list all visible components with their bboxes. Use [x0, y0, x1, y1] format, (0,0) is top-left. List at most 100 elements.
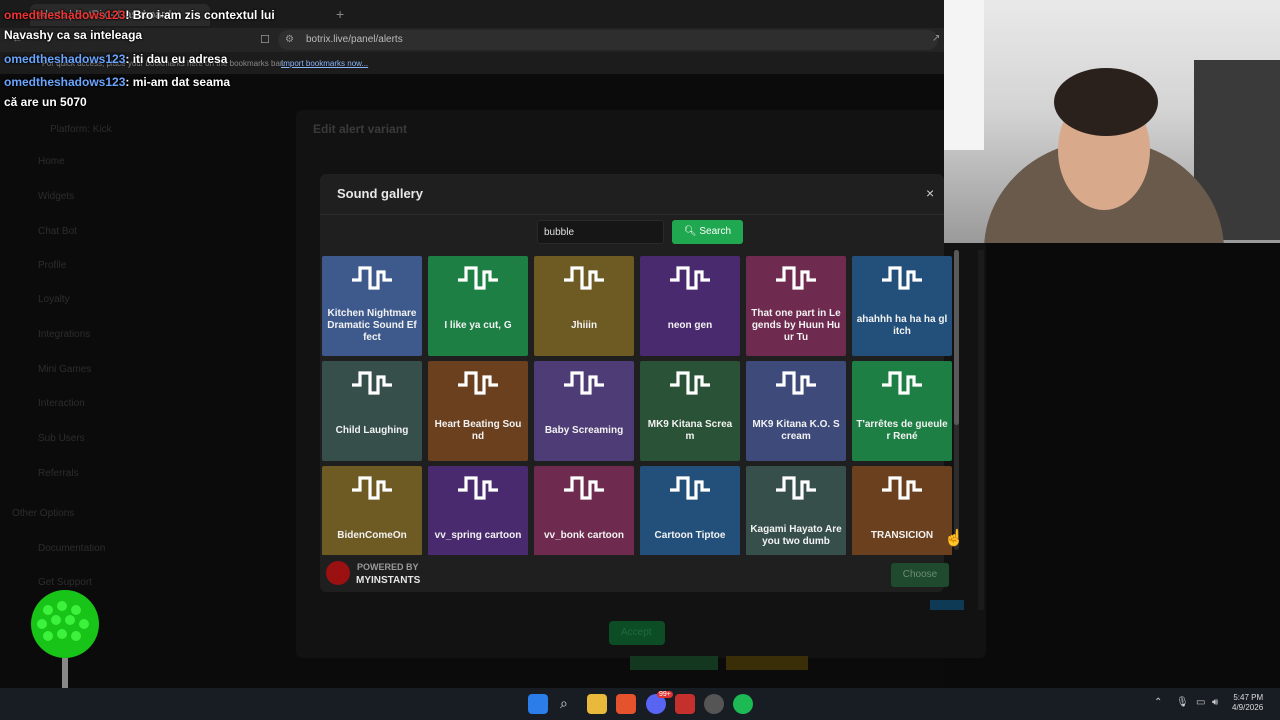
- sound-card-label: ahahhh ha ha ha glitch: [856, 314, 948, 337]
- sound-card[interactable]: MK9 Kitana Scream: [640, 361, 740, 461]
- sound-card[interactable]: TRANSICION: [852, 466, 952, 555]
- sound-card[interactable]: vv_spring cartoon: [428, 466, 528, 555]
- sound-card[interactable]: Cartoon Tiptoe: [640, 466, 740, 555]
- webcam-feed: [944, 0, 1280, 243]
- sound-card[interactable]: vv_bonk cartoon: [534, 466, 634, 555]
- search-button-label: Search: [699, 226, 732, 237]
- brave-browser-icon[interactable]: [616, 694, 636, 714]
- sound-card-label: Cartoon Tiptoe: [654, 530, 726, 541]
- sidebar-item-referrals[interactable]: Referrals: [38, 468, 79, 479]
- choose-button[interactable]: Choose: [891, 563, 949, 587]
- sound-card[interactable]: Jhiiin: [534, 256, 634, 356]
- chat-line-5: că are un 5070: [4, 95, 87, 109]
- sidebar-item-home[interactable]: Home: [38, 156, 65, 167]
- taskbar-clock[interactable]: 5:47 PM 4/9/2026: [1232, 693, 1263, 713]
- sound-card[interactable]: Kitchen Nightmare Dramatic Sound Effect: [322, 256, 422, 356]
- file-explorer-icon[interactable]: [587, 694, 607, 714]
- sound-wave-icon: [670, 371, 710, 395]
- url-field[interactable]: botrix.live/panel/alerts: [278, 30, 938, 50]
- chat-line-4: omedtheshadows123: mi-am dat seama: [4, 75, 230, 89]
- chat-line-1: omedtheshadows123! Bro i-am zis contextu…: [4, 8, 275, 22]
- sound-wave-icon: [670, 266, 710, 290]
- sound-wave-icon: [564, 476, 604, 500]
- sound-wave-icon: [776, 266, 816, 290]
- sound-wave-icon: [776, 371, 816, 395]
- sidebar-item-widgets[interactable]: Widgets: [38, 191, 74, 202]
- bookmark-icon[interactable]: ☐: [260, 33, 270, 46]
- sound-card-label: Baby Screaming: [544, 425, 624, 436]
- discord-badge: 99+: [657, 691, 673, 698]
- sound-card[interactable]: Baby Screaming: [534, 361, 634, 461]
- dim-yellow-button[interactable]: [726, 656, 808, 670]
- search-input[interactable]: [537, 220, 664, 244]
- obs-icon[interactable]: [704, 694, 724, 714]
- sidebar-item-sub-users[interactable]: Sub Users: [38, 433, 85, 444]
- youtube-icon[interactable]: [675, 694, 695, 714]
- sound-wave-icon: [564, 266, 604, 290]
- sound-card[interactable]: Kagami Hayato Are you two dumb: [746, 466, 846, 555]
- sound-grid: Kitchen Nightmare Dramatic Sound Effect I…: [322, 256, 954, 555]
- sound-wave-icon: [352, 476, 392, 500]
- sidebar-item-profile[interactable]: Profile: [38, 260, 66, 271]
- search-button[interactable]: 🔍︎ Search: [672, 220, 743, 244]
- sound-wave-icon: [776, 476, 816, 500]
- sidebar-item-documentation[interactable]: Documentation: [38, 543, 105, 554]
- sound-card-label: Child Laughing: [335, 425, 409, 436]
- sound-card-label: Jhiiin: [570, 320, 598, 331]
- sound-card[interactable]: T'arrêtes de gueuler René: [852, 361, 952, 461]
- sound-card[interactable]: MK9 Kitana K.O. Scream: [746, 361, 846, 461]
- page-scrollbar[interactable]: [978, 250, 984, 610]
- sound-wave-icon: [882, 371, 922, 395]
- share-icon[interactable]: ↗: [932, 33, 940, 44]
- sound-card[interactable]: Heart Beating Sound: [428, 361, 528, 461]
- sidebar-item-integrations[interactable]: Integrations: [38, 329, 90, 340]
- sound-wave-icon: [352, 266, 392, 290]
- dim-green-button[interactable]: [630, 656, 718, 670]
- windows-start-icon[interactable]: [528, 694, 548, 714]
- chat-line-2: Navashy ca sa inteleaga: [4, 28, 142, 42]
- microphone-icon[interactable]: 🎙︎: [1176, 697, 1189, 708]
- sound-card-label: TRANSICION: [870, 530, 934, 541]
- sound-wave-icon: [882, 476, 922, 500]
- sound-card-label: That one part in Legends by Huun Huur Tu: [751, 308, 841, 343]
- gallery-scroll-thumb[interactable]: [954, 250, 959, 425]
- chat-text-3: : iti dau eu adresa: [125, 52, 228, 66]
- volume-icon[interactable]: 🔊︎: [1212, 697, 1218, 708]
- site-info-icon[interactable]: ⚙: [285, 34, 294, 45]
- sidebar-item-loyalty[interactable]: Loyalty: [38, 294, 70, 305]
- sound-card-label: neon gen: [667, 320, 713, 331]
- powered-by-text: POWERED BY: [357, 562, 419, 572]
- sound-card[interactable]: Child Laughing: [322, 361, 422, 461]
- new-tab-button[interactable]: +: [336, 6, 344, 22]
- sidebar-item-chat-bot[interactable]: Chat Bot: [38, 226, 77, 237]
- sound-card-label: MK9 Kitana Scream: [647, 419, 733, 442]
- chat-user-1: omedtheshadows123: [4, 8, 126, 22]
- spotify-icon[interactable]: [733, 694, 753, 714]
- tray-chevron-icon[interactable]: ⌃: [1154, 697, 1162, 708]
- sound-wave-icon: [352, 371, 392, 395]
- sound-card[interactable]: BidenComeOn: [322, 466, 422, 555]
- sound-card[interactable]: That one part in Legends by Huun Huur Tu: [746, 256, 846, 356]
- sound-card[interactable]: I like ya cut, G: [428, 256, 528, 356]
- mouse-pointer-icon: ☝: [944, 530, 964, 547]
- sound-card[interactable]: ahahhh ha ha ha glitch: [852, 256, 952, 356]
- close-icon[interactable]: ×: [926, 185, 934, 201]
- sidebar-item-get-support[interactable]: Get Support: [38, 577, 92, 588]
- taskbar-search-icon[interactable]: ⌕: [560, 695, 568, 712]
- import-bookmarks-link[interactable]: Import bookmarks now...: [281, 59, 368, 68]
- sound-wave-icon: [458, 371, 498, 395]
- search-icon: 🔍︎: [683, 226, 697, 237]
- sidebar-platform: Platform: Kick: [50, 124, 112, 135]
- sound-card-label: vv_spring cartoon: [434, 530, 522, 541]
- clock-time: 5:47 PM: [1233, 693, 1264, 702]
- chat-user-4: omedtheshadows123: [4, 75, 126, 89]
- dim-blue-bar: [930, 600, 964, 610]
- sound-card[interactable]: neon gen: [640, 256, 740, 356]
- network-icon[interactable]: ▭: [1196, 697, 1205, 708]
- sidebar-item-mini-games[interactable]: Mini Games: [38, 364, 91, 375]
- sound-gallery-title: Sound gallery: [337, 186, 423, 201]
- sidebar-item-interaction[interactable]: Interaction: [38, 398, 85, 409]
- sound-card-label: MK9 Kitana K.O. Scream: [752, 419, 840, 442]
- chat-text-4: : mi-am dat seama: [125, 75, 231, 89]
- sound-wave-icon: [882, 266, 922, 290]
